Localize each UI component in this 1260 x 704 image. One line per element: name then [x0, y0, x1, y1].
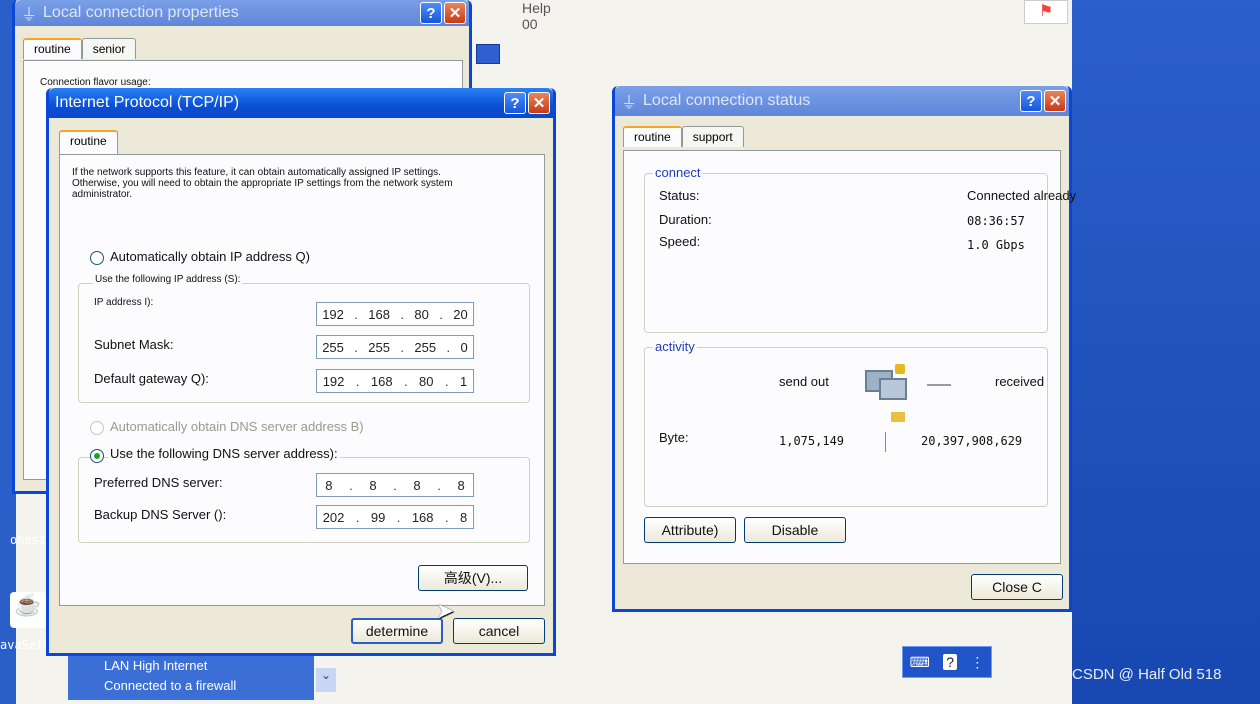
taskbar-line1: LAN High Internet — [104, 658, 208, 673]
bytes-divider — [885, 432, 886, 452]
activity-group: activity send out received Byte: 1,075,1… — [644, 339, 1048, 507]
auto-dns-label[interactable]: Automatically obtain DNS server address … — [110, 419, 364, 434]
tray-menu-icon[interactable]: ⋮ — [970, 654, 984, 671]
activity-group-title: activity — [653, 339, 697, 354]
toolbar-view-icon[interactable] — [476, 44, 500, 64]
tab-senior[interactable]: senior — [81, 38, 137, 59]
close-button[interactable]: ✕ — [1044, 90, 1066, 112]
send-label: send out — [779, 374, 829, 389]
mouse-cursor-icon: ➤ — [436, 598, 455, 623]
windows-flag-icon: ⚑ — [1024, 0, 1068, 24]
description-text: If the network supports this feature, it… — [72, 167, 453, 200]
close-dialog-button[interactable]: Close C — [971, 574, 1063, 600]
props-title: Local connection properties — [43, 4, 239, 21]
speed-label: Speed: — [659, 234, 701, 249]
use-dns-radio[interactable] — [90, 449, 104, 463]
preferred-dns-field[interactable]: 8.8.8.8 — [316, 473, 474, 497]
backup-dns-label: Backup DNS Server (): — [94, 507, 227, 522]
tcpip-panel: If the network supports this feature, it… — [59, 154, 545, 606]
tray-toolbar: ⌨ ? ⋮ — [902, 646, 992, 678]
tab-support[interactable]: support — [681, 126, 744, 147]
close-button[interactable]: ✕ — [528, 92, 550, 114]
taskbar-line2: Connected to a firewall — [104, 678, 237, 693]
network-computers-icon — [861, 364, 921, 424]
status-label: Status: — [659, 188, 700, 203]
props-titlebar[interactable]: ⏚ Local connection properties ? ✕ — [15, 0, 469, 26]
received-label: received — [995, 374, 1045, 389]
status-titlebar[interactable]: ⏚ Local connection status ? ✕ — [615, 86, 1069, 116]
disable-button[interactable]: Disable — [744, 517, 846, 543]
dns-group — [78, 457, 530, 543]
backup-dns-field[interactable]: 202. 99. 168. 8 — [316, 505, 474, 529]
help-button[interactable]: ? — [1020, 90, 1042, 112]
network-icon: ⏚ — [21, 7, 38, 24]
connection-label: Connection flavor usage: — [40, 77, 151, 88]
auto-ip-label[interactable]: Automatically obtain IP address Q) — [110, 249, 310, 264]
menu-help[interactable]: Help 00 — [522, 0, 551, 32]
gateway-label: Default gateway Q): — [94, 371, 209, 386]
status-window: ⏚ Local connection status ? ✕ routine su… — [612, 86, 1076, 612]
use-dns-label[interactable]: Use the following DNS server address): — [108, 446, 340, 461]
bytes-received: 20,397,908,629 — [921, 434, 1023, 448]
tcpip-titlebar[interactable]: Internet Protocol (TCP/IP) ? ✕ — [49, 88, 553, 118]
auto-dns-radio[interactable] — [90, 421, 104, 435]
close-button[interactable]: ✕ — [444, 2, 466, 24]
status-panel: connect Status: Connected already Durati… — [623, 150, 1076, 564]
activity-divider — [927, 384, 951, 386]
cancel-button[interactable]: cancel — [453, 618, 545, 644]
tab-routine[interactable]: routine — [59, 130, 118, 156]
tcpip-window: Internet Protocol (TCP/IP) ? ✕ routine I… — [46, 88, 556, 656]
speed-value: 1.0 Gbps — [967, 238, 1025, 252]
help-icon[interactable]: ? — [943, 654, 957, 670]
advanced-button[interactable]: 高级(V)... — [418, 565, 528, 591]
keyboard-icon[interactable]: ⌨ — [910, 654, 930, 671]
subnet-mask-field[interactable]: 255. 255. 255. 0 — [316, 335, 474, 359]
help-button[interactable]: ? — [420, 2, 442, 24]
scroll-down-button[interactable]: ⌄ — [316, 668, 336, 692]
connect-group: connect Status: Connected already Durati… — [644, 165, 1076, 333]
duration-label: Duration: — [659, 212, 712, 227]
use-ip-label[interactable]: Use the following IP address (S): — [93, 274, 243, 285]
network-taskbar-item[interactable]: LAN High Internet Connected to a firewal… — [68, 654, 314, 700]
bytes-label: Byte: — [659, 430, 689, 445]
bytes-sent: 1,075,149 — [779, 434, 845, 448]
connect-group-title: connect — [653, 165, 703, 180]
tab-routine[interactable]: routine — [623, 126, 682, 147]
tcpip-title: Internet Protocol (TCP/IP) — [55, 94, 240, 111]
help-button[interactable]: ? — [504, 92, 526, 114]
pref-dns-label: Preferred DNS server: — [94, 475, 223, 490]
gateway-field[interactable]: 192. 168. 80. 1 — [316, 369, 474, 393]
watermark: CSDN @ Half Old 518 — [1072, 666, 1222, 683]
status-value: Connected already — [967, 188, 1077, 203]
tab-routine[interactable]: routine — [23, 38, 82, 59]
network-icon: ⏚ — [621, 95, 638, 112]
desktop-icon-label[interactable]: onest — [10, 533, 46, 547]
ok-button[interactable]: determine — [351, 618, 443, 644]
attribute-button[interactable]: Attribute) — [644, 517, 736, 543]
ip-address-field[interactable]: 192. 168. 80. 20 — [316, 302, 474, 326]
desktop-icon-label[interactable]: avaSetu — [0, 638, 51, 652]
auto-ip-radio[interactable] — [90, 251, 104, 265]
java-setup-icon[interactable]: ☕ — [10, 592, 46, 628]
mask-label: Subnet Mask: — [94, 337, 174, 352]
ip-label: IP address I): — [94, 297, 154, 308]
status-title: Local connection status — [643, 92, 811, 109]
duration-value: 08:36:57 — [967, 214, 1025, 228]
